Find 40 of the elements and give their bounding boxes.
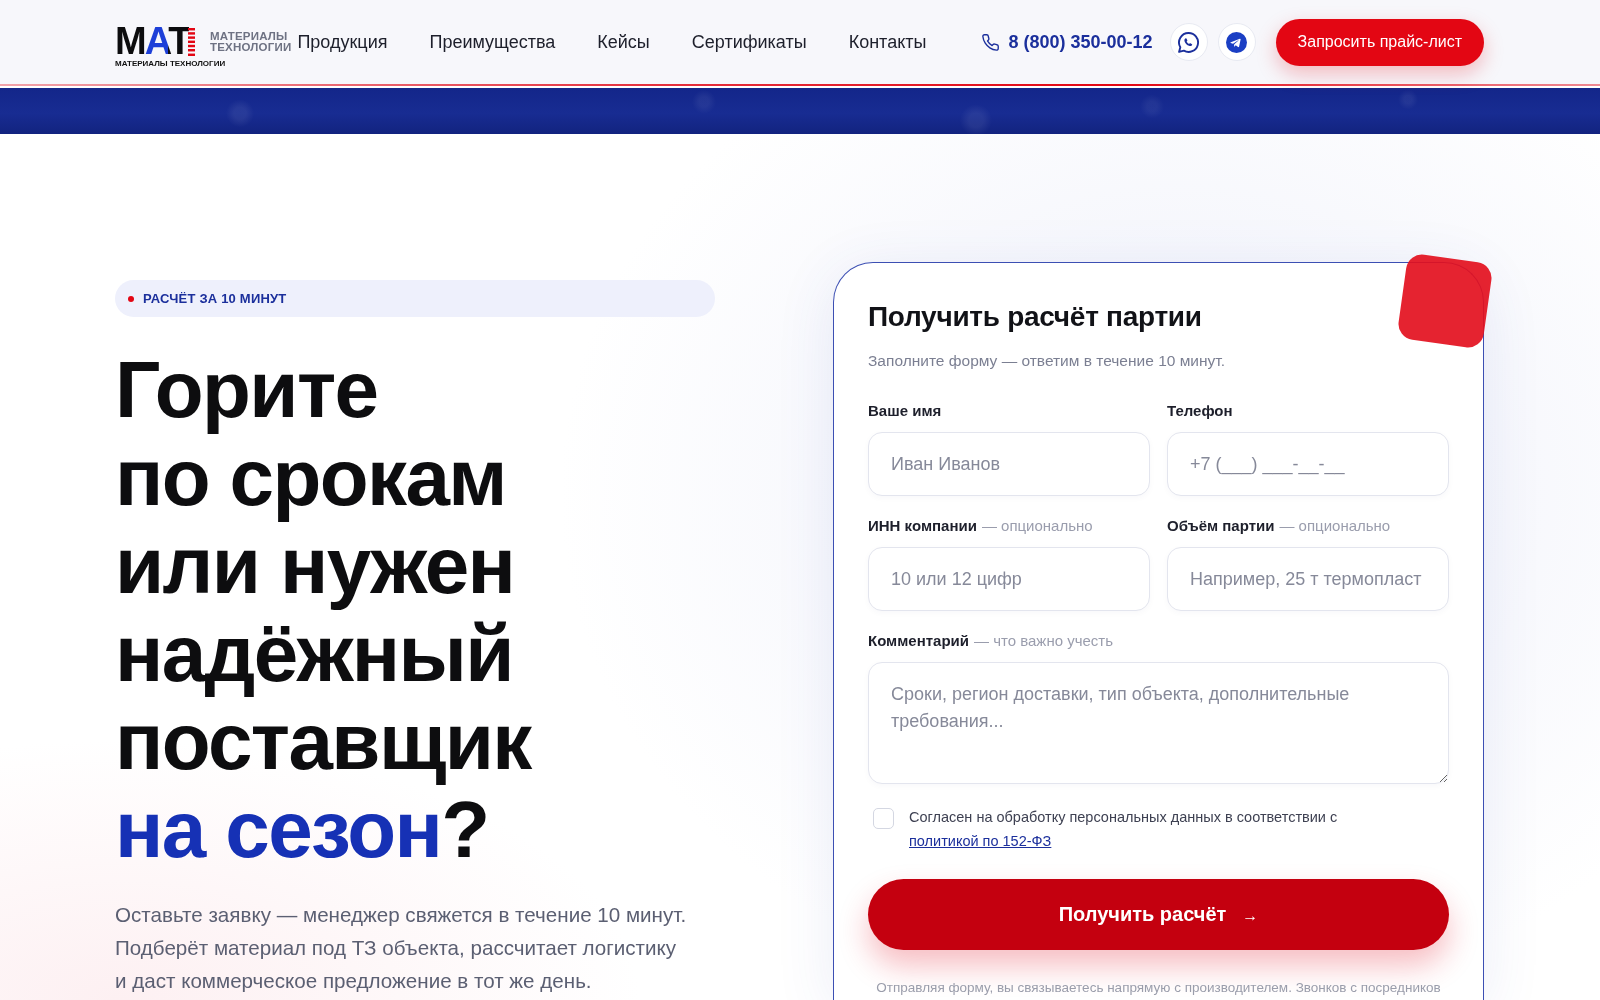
field-label: ИНН компании [868, 516, 977, 536]
input-field[interactable]: 10 или 12 цифр [868, 547, 1150, 611]
dot-icon [128, 295, 134, 302]
field-hint: — что важно учесть [974, 631, 1114, 651]
nav-link[interactable]: Кейсы [597, 31, 650, 53]
nav-link[interactable]: Преимущества [429, 31, 556, 53]
phone-icon [982, 33, 1000, 51]
badge-text: РАСЧЁТ ЗА 10 МИНУТ [143, 291, 287, 306]
field-hint: — опционально [1279, 516, 1391, 536]
field-label: Объём партии [1167, 516, 1275, 536]
messenger-button[interactable] [1169, 23, 1208, 61]
price-list-button[interactable]: Запросить прайс-лист [1275, 18, 1484, 66]
stripes-icon [188, 28, 196, 56]
field-hint: — опционально [981, 516, 1093, 536]
policy-link[interactable]: политикой по 152-ФЗ [909, 833, 1052, 849]
textarea-field[interactable]: Сроки, регион доставки, тип объекта, дополнительные требования... [868, 662, 1449, 784]
nav-link[interactable]: Сертификаты [691, 31, 807, 53]
headline: Горите по срокам или нужен надёжный поставщик на сезон? [115, 346, 533, 874]
consent-checkbox[interactable] [873, 808, 894, 829]
paper-plane-icon [1226, 31, 1248, 53]
field-label: Телефон [1167, 401, 1233, 421]
logo-caption: МАТЕРИАЛЫ ТЕХНОЛОГИИ [115, 59, 226, 68]
form-title: Получить расчёт партии [868, 300, 1203, 334]
lead-text: Оставьте заявку — менеджер свяжется в течение 10 минут. Подберёт материал под ТЗ объекта, рассчитает логистику и даст коммерческое предложение в тот же день. [115, 902, 688, 994]
phone-bubble-icon [1178, 31, 1200, 53]
nav-link[interactable]: Контакты [848, 31, 927, 53]
input-field[interactable]: +7 (___) ___-__-__ [1167, 432, 1449, 496]
nav-link[interactable]: Продукция [297, 31, 388, 53]
input-field[interactable]: Иван Иванов [868, 432, 1150, 496]
input-field[interactable]: Например, 25 т термопласт [1167, 547, 1449, 611]
field-label: Комментарий [868, 631, 969, 651]
disclaimer-text: Отправляя форму, вы связываетесь напрямую с производителем. Звонков с посредников [875, 979, 1442, 997]
phone-link[interactable]: 8 (800) 350-00-12 [982, 31, 1153, 53]
messenger-button[interactable] [1217, 23, 1256, 61]
consent-text: Согласен на обработку персональных данных в соответствии с политикой по 152-ФЗ [909, 808, 1339, 851]
arrow-icon: → [1242, 904, 1259, 925]
form-subtitle: Заполните форму — ответим в течение 10 минут. [868, 351, 1226, 371]
submit-button[interactable]: Получить расчёт → [868, 879, 1449, 950]
company-name: МАТЕРИАЛЫ ТЕХНОЛОГИИ [210, 31, 292, 53]
field-label: Ваше имя [868, 401, 942, 421]
